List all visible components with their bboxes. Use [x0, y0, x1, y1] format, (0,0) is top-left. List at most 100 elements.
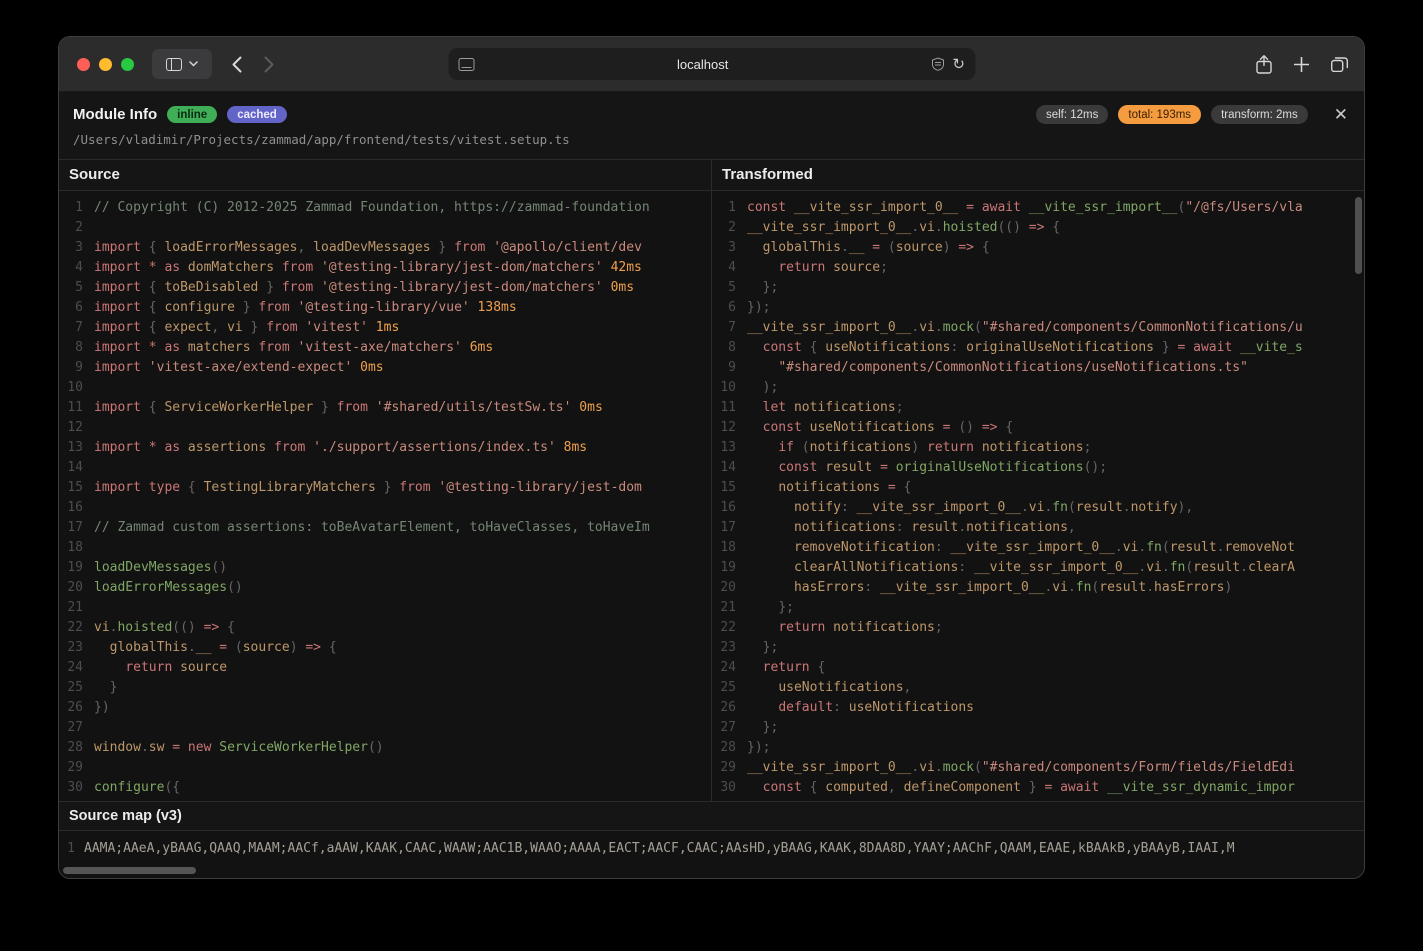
line-number: 24 [59, 658, 83, 678]
page-settings-icon[interactable] [458, 58, 474, 71]
horizontal-scrollbar[interactable] [63, 867, 196, 874]
code-token: mock [943, 320, 974, 335]
reload-icon[interactable]: ↻ [952, 57, 965, 72]
code-token: (() [172, 620, 203, 635]
badge-cached: cached [227, 106, 287, 123]
code-token: ) [943, 240, 959, 255]
line-number: 12 [59, 418, 83, 438]
sidebar-toggle-button[interactable] [152, 49, 212, 79]
tab-overview-icon[interactable] [1331, 57, 1348, 72]
code-line: 18 removeNotification: __vite_ssr_import… [712, 538, 1364, 558]
code-text: loadErrorMessages() [94, 578, 243, 598]
forward-button[interactable] [264, 56, 274, 73]
code-token: source [896, 240, 943, 255]
code-token: notifications [794, 400, 896, 415]
line-number: 22 [712, 618, 736, 638]
line-number: 7 [59, 318, 83, 338]
code-token: "#shared/components/CommonNotifications/… [982, 320, 1303, 335]
code-text: return source; [747, 258, 888, 278]
code-token: expect [164, 320, 211, 335]
address-bar[interactable]: localhost ↻ [448, 48, 975, 80]
code-line: 6import { configure } from '@testing-lib… [59, 298, 711, 318]
line-number: 26 [59, 698, 83, 718]
code-token: }; [763, 720, 779, 735]
code-token: source [833, 260, 880, 275]
code-token: const [763, 780, 810, 795]
code-token: , [211, 320, 227, 335]
code-token: globalThis [763, 240, 841, 255]
code-token: loadDevMessages [94, 560, 211, 575]
code-token: if [778, 440, 801, 455]
code-token: . [935, 220, 943, 235]
line-number: 26 [712, 698, 736, 718]
code-token: }; [763, 280, 779, 295]
code-token: from [258, 340, 297, 355]
line-number: 28 [59, 738, 83, 758]
code-token: ( [888, 240, 896, 255]
close-window-button[interactable] [77, 58, 90, 71]
code-token: import [94, 320, 149, 335]
code-token: import [94, 240, 149, 255]
code-token: ), [1178, 500, 1194, 515]
code-token: }); [747, 740, 770, 755]
code-line: 7__vite_ssr_import_0__.vi.mock("#shared/… [712, 318, 1364, 338]
code-token [747, 580, 794, 595]
timing-self-badge: self: 12ms [1036, 105, 1108, 124]
code-token: { [810, 780, 826, 795]
code-token: : [958, 560, 974, 575]
code-line: 29__vite_ssr_import_0__.vi.mock("#shared… [712, 758, 1364, 778]
code-token: }; [778, 600, 794, 615]
badge-inline: inline [167, 106, 217, 123]
code-text: notifications: result.notifications, [747, 518, 1076, 538]
code-token [747, 600, 778, 615]
code-token: clearA [1248, 560, 1295, 575]
code-token: '@apollo/client/dev [493, 240, 642, 255]
zoom-window-button[interactable] [121, 58, 134, 71]
code-token [747, 640, 763, 655]
code-token: 'vitest-axe/matchers' [298, 340, 462, 355]
code-line: 13import * as assertions from './support… [59, 438, 711, 458]
code-token: . [935, 760, 943, 775]
code-token [747, 520, 794, 535]
code-text: removeNotification: __vite_ssr_import_0_… [747, 538, 1295, 558]
back-button[interactable] [232, 56, 242, 73]
code-token: '@testing-library/vue' [298, 300, 470, 315]
code-line: 18 [59, 538, 711, 558]
line-number: 20 [59, 578, 83, 598]
code-token: } [376, 480, 399, 495]
code-token: ) [1225, 580, 1233, 595]
code-token: './support/assertions/index.ts' [313, 440, 556, 455]
code-token: vi [1052, 580, 1068, 595]
address-bar-right-icons: ↻ [931, 57, 965, 72]
line-number: 27 [59, 718, 83, 738]
share-icon[interactable] [1256, 55, 1272, 74]
code-token: return [778, 620, 833, 635]
code-line: 10 [59, 378, 711, 398]
code-line: 11 let notifications; [712, 398, 1364, 418]
code-line: 17// Zammad custom assertions: toBeAvata… [59, 518, 711, 538]
code-line: 6}); [712, 298, 1364, 318]
line-number: 10 [59, 378, 83, 398]
code-token: . [141, 740, 149, 755]
code-token: __vite_ssr_import_0__ [951, 540, 1115, 555]
code-token [747, 280, 763, 295]
code-token: matchers [188, 340, 251, 355]
url-text[interactable]: localhost [474, 57, 931, 72]
line-number: 4 [59, 258, 83, 278]
new-tab-icon[interactable] [1294, 57, 1309, 72]
privacy-shield-icon[interactable] [931, 57, 944, 71]
code-token: } [431, 240, 454, 255]
code-token: : [951, 340, 967, 355]
code-token: fn [1052, 500, 1068, 515]
code-token: __vite_ssr_import_0__ [747, 760, 911, 775]
code-token: const [747, 200, 794, 215]
vertical-scrollbar[interactable] [1355, 197, 1362, 274]
code-line: 2 [59, 218, 711, 238]
code-token: result [825, 460, 872, 475]
code-token: { [149, 280, 165, 295]
close-icon[interactable]: ✕ [1334, 106, 1348, 123]
code-text: const useNotifications = () => { [747, 418, 1013, 438]
code-token: useNotifications [849, 700, 974, 715]
code-text: import * as matchers from 'vitest-axe/ma… [94, 338, 493, 358]
minimize-window-button[interactable] [99, 58, 112, 71]
